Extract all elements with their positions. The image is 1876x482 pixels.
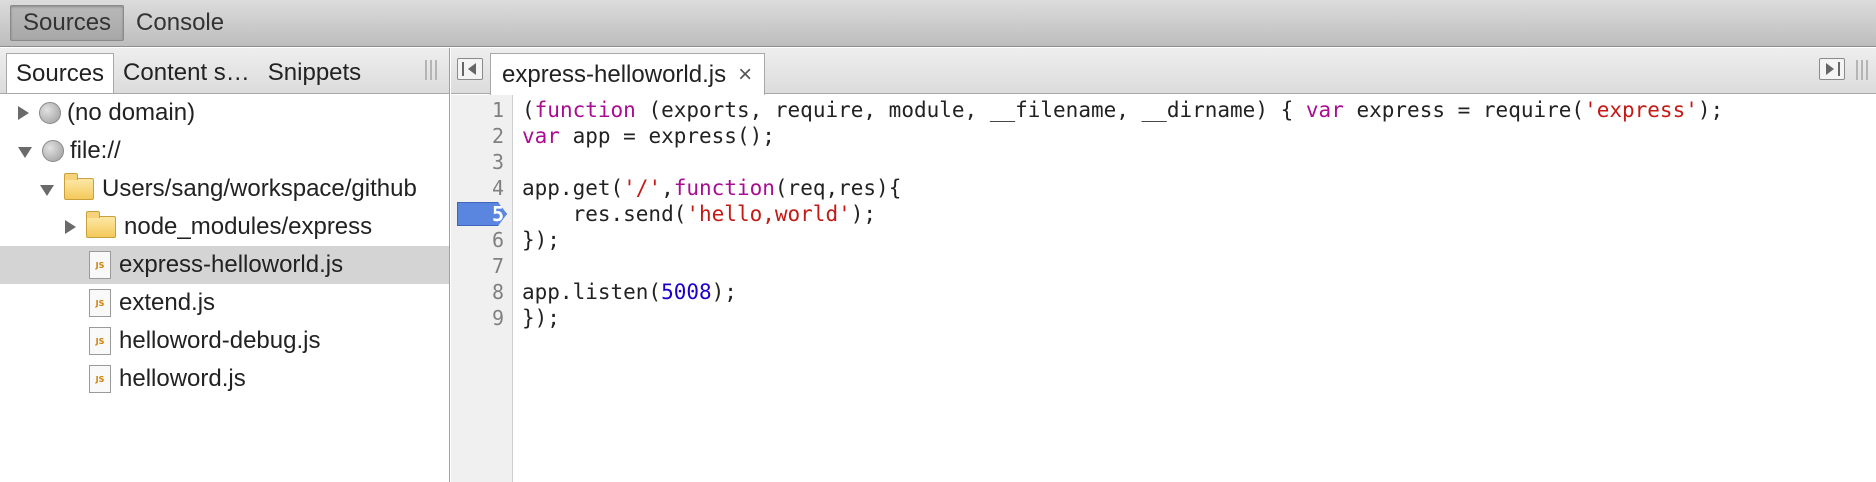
tree-item-label: node_modules/express [124,213,373,240]
js-file-icon: JS [89,251,111,279]
code-text: app = express(); [559,124,775,148]
expand-arrow-icon[interactable] [65,220,76,234]
code-number: 5008 [661,280,712,304]
code-string: 'hello,world' [686,202,851,226]
tree-item-node-modules-folder[interactable]: node_modules/express [0,208,449,246]
line-number[interactable]: 3 [492,149,504,175]
tree-item-express-helloworld[interactable]: JS express-helloworld.js [0,246,449,284]
tree-item-extend[interactable]: JS extend.js [0,284,449,322]
tree-item-helloword[interactable]: JS helloword.js [0,360,449,398]
code-keyword: var [1305,98,1344,122]
resize-grip[interactable] [425,60,437,80]
tree-item-file-scheme[interactable]: file:// [0,132,449,170]
code-text: , [661,176,674,200]
code-line[interactable] [522,253,1723,279]
tab-console[interactable]: Console [124,5,236,41]
breakpoint-line-number: 5 [491,202,504,226]
code-text: ); [1697,98,1724,122]
tree-item-label: helloword.js [119,365,246,392]
line-number-gutter[interactable]: 5 1234 6789 [451,95,513,482]
tree-item-label: helloword-debug.js [119,327,321,354]
collapse-arrow-icon[interactable] [18,146,32,158]
line-number[interactable]: 4 [492,175,504,201]
code-line[interactable]: app.get('/',function(req,res){ [522,175,1723,201]
code-text: (exports, require, module, __filename, _… [635,98,1306,122]
tree-item-label: Users/sang/workspace/github [102,175,417,202]
editor-tabbar: express-helloworld.js × [451,48,1876,95]
editor-tab-express-helloworld[interactable]: express-helloworld.js × [490,53,766,95]
code-line[interactable]: }); [522,227,1723,253]
code-text: ); [711,280,737,304]
folder-icon [64,173,94,200]
tree-item-label: extend.js [119,289,216,316]
line-number[interactable]: 2 [492,123,504,149]
code-line[interactable]: (function (exports, require, module, __f… [522,97,1723,123]
line-number[interactable]: 6 [492,227,504,253]
js-file-icon: JS [89,327,111,355]
tree-item-label: file:// [70,137,121,164]
tree-item-helloword-debug[interactable]: JS helloword-debug.js [0,322,449,360]
line-number[interactable]: 9 [492,305,504,331]
code-line[interactable]: var app = express(); [522,123,1723,149]
code-text: res.send( [522,202,687,226]
js-file-icon: JS [89,289,111,317]
toggle-debugger-icon[interactable] [1819,58,1845,80]
close-icon[interactable]: × [738,61,752,89]
code-string: '/' [623,176,662,200]
code-text: }); [522,228,560,252]
tab-sources[interactable]: Sources [10,5,125,41]
sources-navigator: Sources Content s… Snippets (no domain) … [0,48,450,482]
tree-item-label: express-helloworld.js [119,251,344,278]
code-text: (req,res){ [774,176,902,200]
tree-item-users-folder[interactable]: Users/sang/workspace/github [0,170,449,208]
expand-arrow-icon[interactable] [18,106,29,120]
code-line[interactable]: res.send('hello,world'); [522,201,1723,227]
code-text: app.get( [522,176,624,200]
folder-icon [86,211,116,238]
code-line[interactable]: app.listen(5008); [522,279,1723,305]
devtools-toolbar: Sources Console [0,0,1876,47]
nav-tab-content-scripts[interactable]: Content s… [114,53,259,93]
js-file-icon: JS [89,365,111,393]
code-text: }); [522,306,560,330]
editor-tab-label: express-helloworld.js [502,60,727,88]
nav-tab-snippets[interactable]: Snippets [259,53,370,93]
code-keyword: function [673,176,775,200]
code-text: ); [850,202,877,226]
code-line[interactable]: }); [522,305,1723,331]
file-tree: (no domain) file:// Users/sang/workspace… [0,94,449,398]
tree-item-label: (no domain) [67,99,196,126]
line-number[interactable]: 1 [492,97,504,123]
line-number[interactable]: 7 [492,253,504,279]
globe-icon [42,140,64,162]
code-text: ( [522,98,535,122]
code-string: 'express' [1584,98,1698,122]
collapse-arrow-icon[interactable] [40,184,54,196]
line-number[interactable]: 8 [492,279,504,305]
toggle-navigator-icon[interactable] [457,58,483,80]
code-text: app.listen( [522,280,662,304]
nav-tab-sources[interactable]: Sources [6,53,115,93]
code-area[interactable]: (function (exports, require, module, __f… [522,97,1723,331]
code-keyword: function [534,98,636,122]
navigator-tabbar: Sources Content s… Snippets [0,48,449,94]
resize-grip[interactable] [1856,60,1868,80]
tree-item-no-domain[interactable]: (no domain) [0,94,449,132]
source-editor: express-helloworld.js × 5 12346789 (func… [451,48,1876,482]
code-text: express = require( [1343,98,1585,122]
globe-icon [39,102,61,124]
code-keyword: var [522,124,560,148]
code-line[interactable] [522,149,1723,175]
